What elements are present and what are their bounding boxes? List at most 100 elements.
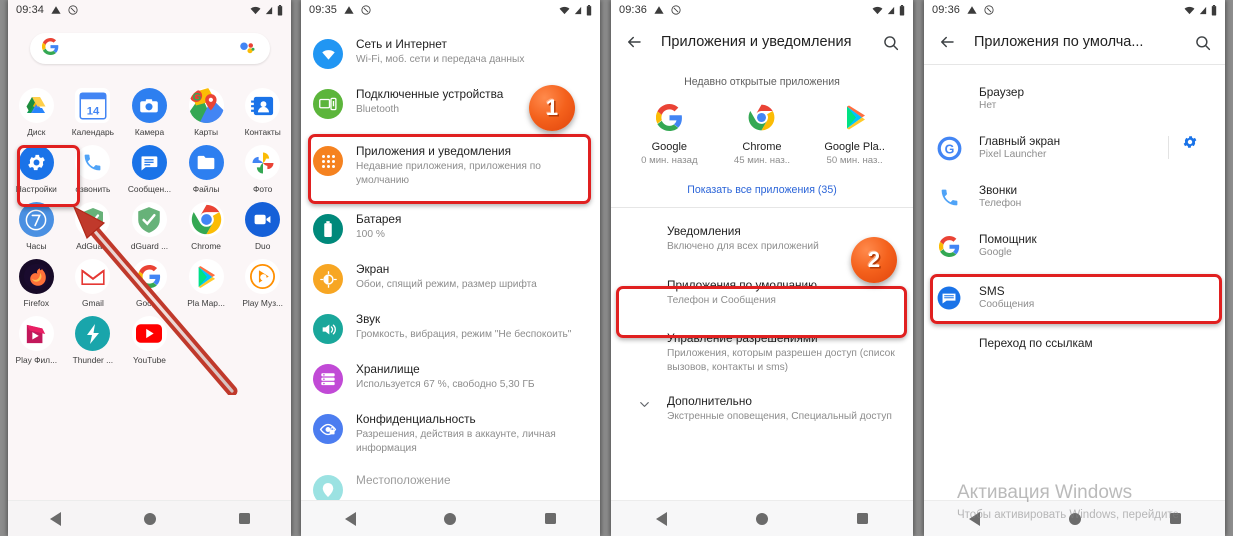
files-icon — [188, 145, 224, 180]
settings-item-storage[interactable]: Хранилище Используется 67 %, свободно 5,… — [301, 353, 600, 403]
app-clock[interactable]: Часы — [8, 194, 65, 251]
app-gmail[interactable]: Gmail — [65, 251, 122, 308]
screenshot-stage: 09:34 Диск 14 Календарь Камера G Карты К… — [0, 0, 1233, 536]
signal-icon — [1199, 6, 1207, 14]
app-settings[interactable]: Настройки — [8, 137, 65, 194]
app-chrome[interactable]: Chrome — [178, 194, 235, 251]
item-title: Браузер — [979, 85, 1025, 99]
item-title: Звук — [356, 312, 381, 326]
google-search-bar[interactable] — [30, 33, 270, 64]
app-label: Chrome — [191, 241, 221, 251]
item-title: SMS — [979, 284, 1005, 298]
default-item-open-links[interactable]: Переход по ссылкам — [924, 325, 1225, 374]
app-label: Камера — [134, 127, 165, 137]
app-firefox[interactable]: Firefox — [8, 251, 65, 308]
wifi-icon — [872, 6, 883, 14]
back-triangle-icon[interactable] — [49, 511, 61, 526]
home-settings-button[interactable] — [1169, 134, 1211, 155]
arrow-back-icon[interactable] — [625, 33, 643, 51]
adguard-vpn-icon — [131, 202, 167, 237]
phone-panel-launcher: 09:34 Диск 14 Календарь Камера G Карты К… — [8, 0, 291, 536]
recent-app-google[interactable]: Google 0 мин. назад — [625, 102, 713, 166]
app-label: Диск — [27, 127, 46, 137]
dnd-icon — [984, 5, 994, 15]
app-youtube[interactable]: YouTube — [121, 308, 178, 365]
app-drive[interactable]: Диск — [8, 80, 65, 137]
item-subtitle: Телефон — [979, 198, 1022, 209]
app-adguard[interactable]: AdGuard — [65, 194, 122, 251]
chrome-icon — [747, 102, 777, 132]
app-camera[interactable]: Камера — [121, 80, 178, 137]
apps-item-advanced[interactable]: Дополнительно Экстренные оповещения, Спе… — [611, 384, 913, 434]
status-bar: 09:34 — [8, 0, 291, 20]
recents-square-icon[interactable] — [544, 513, 556, 524]
status-time: 09:34 — [16, 4, 45, 16]
app-maps[interactable]: G Карты — [178, 80, 235, 137]
recent-app-name: Chrome — [742, 141, 782, 153]
app-play-store[interactable]: Pla Map... — [178, 251, 235, 308]
home-circle-icon[interactable] — [143, 512, 156, 525]
recent-app-play-store[interactable]: Google Pla.. 50 мин. наз.. — [811, 102, 899, 166]
item-title: Местоположение — [356, 473, 451, 487]
play-store-icon — [188, 259, 224, 294]
home-circle-icon[interactable] — [1068, 512, 1081, 525]
messages-icon — [936, 285, 962, 311]
back-triangle-icon[interactable] — [968, 511, 980, 526]
arrow-back-icon[interactable] — [938, 33, 956, 51]
home-circle-icon[interactable] — [755, 512, 768, 525]
recent-app-time: 45 мин. наз.. — [733, 155, 791, 166]
app-google[interactable]: Google — [121, 251, 178, 308]
page-title: Приложения и уведомления — [661, 34, 852, 50]
app-messages[interactable]: Сообщен... — [121, 137, 178, 194]
app-duo[interactable]: Duo — [234, 194, 291, 251]
back-triangle-icon[interactable] — [345, 511, 357, 526]
recents-square-icon[interactable] — [857, 513, 869, 524]
chevron-down-icon[interactable] — [637, 397, 652, 417]
default-item-calls[interactable]: Звонки Телефон — [924, 172, 1225, 221]
settings-item-privacy[interactable]: Конфиденциальность Разрешения, действия … — [301, 403, 600, 464]
app-contacts[interactable]: Контакты — [234, 80, 291, 137]
assistant-mic-icon[interactable] — [238, 41, 258, 57]
default-item-home[interactable]: G Главный экран Pixel Launcher — [924, 123, 1225, 172]
settings-item-display[interactable]: Экран Обои, спящий режим, размер шрифта — [301, 253, 600, 303]
youtube-icon — [131, 316, 167, 351]
nav-bar — [924, 500, 1225, 536]
recent-app-time: 0 мин. назад — [641, 155, 698, 166]
settings-item-battery[interactable]: Батарея 100 % — [301, 203, 600, 253]
app-thunder-vpn[interactable]: Thunder ... — [65, 308, 122, 365]
default-item-assistant[interactable]: Помощник Google — [924, 221, 1225, 270]
recents-square-icon[interactable] — [238, 513, 250, 524]
search-icon[interactable] — [1194, 34, 1211, 51]
default-item-browser[interactable]: Браузер Нет — [924, 74, 1225, 123]
settings-item-network[interactable]: Сеть и Интернет Wi-Fi, моб. сети и перед… — [301, 28, 600, 78]
app-adguard-vpn[interactable]: dGuard ... — [121, 194, 178, 251]
app-play-music[interactable]: Play Муз... — [234, 251, 291, 308]
app-phone[interactable]: озвонить — [65, 137, 122, 194]
app-calendar[interactable]: 14 Календарь — [65, 80, 122, 137]
status-right-icons — [872, 4, 905, 16]
item-title: Управление разрешениями — [667, 331, 818, 345]
app-row: Play Фил... Thunder ... YouTube — [8, 308, 291, 365]
google-photos-icon — [245, 145, 281, 180]
default-item-sms[interactable]: SMS Сообщения — [924, 270, 1225, 325]
home-circle-icon[interactable] — [444, 512, 457, 525]
display-icon — [313, 264, 343, 294]
page-title: Приложения по умолча... — [974, 34, 1144, 50]
back-triangle-icon[interactable] — [655, 511, 667, 526]
recents-square-icon[interactable] — [1169, 513, 1181, 524]
app-photos[interactable]: Фото — [234, 137, 291, 194]
app-play-movies[interactable]: Play Фил... — [8, 308, 65, 365]
recent-app-chrome[interactable]: Chrome 45 мин. наз.. — [718, 102, 806, 166]
svg-text:G: G — [192, 91, 201, 103]
firefox-icon — [18, 259, 54, 294]
settings-item-sound[interactable]: Звук Громкость, вибрация, режим "Не бесп… — [301, 303, 600, 353]
status-bar: 09:35 — [301, 0, 600, 20]
show-all-apps-link[interactable]: Показать все приложения (35) — [611, 172, 913, 207]
search-icon[interactable] — [882, 34, 899, 51]
settings-item-apps-and-notifications[interactable]: Приложения и уведомления Недавние прилож… — [301, 128, 600, 203]
item-title: Дополнительно — [667, 394, 752, 408]
apps-item-permissions[interactable]: Управление разрешениями Приложения, кото… — [611, 321, 913, 384]
recent-app-name: Google — [651, 141, 688, 153]
app-files[interactable]: Файлы — [178, 137, 235, 194]
item-subtitle: Экстренные оповещения, Специальный досту… — [667, 411, 892, 422]
